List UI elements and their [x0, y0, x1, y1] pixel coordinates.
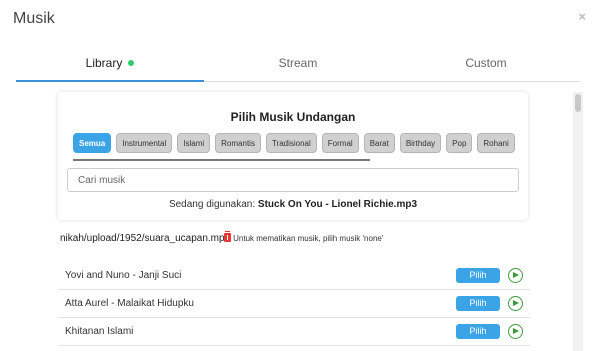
status-dot-icon	[128, 59, 135, 66]
play-icon[interactable]	[508, 296, 523, 311]
mute-hint: Untuk mematikan musik, pilih musik 'none…	[233, 234, 384, 243]
tab-custom-label: Custom	[465, 56, 507, 70]
tab-stream-label: Stream	[278, 56, 318, 70]
scrollbar-track[interactable]	[573, 92, 583, 351]
close-icon[interactable]: ×	[578, 9, 586, 24]
category-barat[interactable]: Barat	[363, 133, 395, 153]
tab-library-label: Library	[85, 56, 123, 70]
picker-title: Pilih Musik Undangan	[230, 110, 356, 124]
tab-bar: Library Stream Custom	[16, 50, 580, 82]
tab-stream[interactable]: Stream	[204, 50, 392, 81]
category-romantis[interactable]: Romantis	[215, 133, 261, 153]
song-title: Atta Aurel - Malaikat Hidupku	[65, 298, 194, 309]
category-formal[interactable]: Formal	[321, 133, 359, 153]
song-title: Khitanan Islami	[65, 326, 134, 337]
category-instrumental[interactable]: Instrumental	[116, 133, 173, 153]
tab-custom[interactable]: Custom	[392, 50, 580, 81]
now-playing-label: Sedang digunakan:	[168, 199, 256, 210]
list-item: Khitanan Islami Pilih	[58, 318, 530, 346]
play-icon[interactable]	[508, 268, 523, 283]
modal-title: Musik	[13, 10, 55, 27]
category-pop[interactable]: Pop	[446, 133, 473, 153]
pick-button[interactable]: Pilih	[456, 324, 500, 339]
list-item: Yovi and Nuno - Janji Suci Pilih	[58, 262, 530, 290]
song-list: Yovi and Nuno - Janji Suci Pilih Atta Au…	[58, 262, 530, 346]
category-islami[interactable]: Islami	[177, 133, 211, 153]
search-input[interactable]	[67, 168, 519, 192]
list-item: Atta Aurel - Malaikat Hidupku Pilih	[58, 290, 530, 318]
song-title: Yovi and Nuno - Janji Suci	[65, 270, 182, 281]
category-tradisional[interactable]: Tradisional	[265, 133, 317, 153]
uploaded-file-path: nikah/upload/1952/suara_ucapan.mp3	[60, 233, 231, 244]
tab-library[interactable]: Library	[16, 50, 204, 82]
play-icon[interactable]	[508, 324, 523, 339]
scrollbar-thumb[interactable]	[575, 94, 581, 112]
music-picker-card: Pilih Musik Undangan Semua Instrumental Is…	[58, 92, 528, 220]
uploaded-file-line: nikah/upload/1952/suara_ucapan.mp3 Untuk …	[60, 230, 384, 244]
now-playing-value: Stuck On You - Lionel Richie.mp3	[257, 199, 418, 210]
category-filter: Semua Instrumental Islami Romantis Tradision…	[73, 133, 521, 153]
category-birthday[interactable]: Birthday	[399, 133, 442, 153]
now-playing: Sedang digunakan: Stuck On You - Lionel …	[58, 199, 528, 210]
trash-icon[interactable]	[224, 230, 232, 242]
category-rohani[interactable]: Rohani	[477, 133, 515, 153]
pick-button[interactable]: Pilih	[456, 296, 500, 311]
category-semua[interactable]: Semua	[73, 133, 112, 153]
category-scrollbar[interactable]	[73, 159, 370, 161]
pick-button[interactable]: Pilih	[456, 268, 500, 283]
